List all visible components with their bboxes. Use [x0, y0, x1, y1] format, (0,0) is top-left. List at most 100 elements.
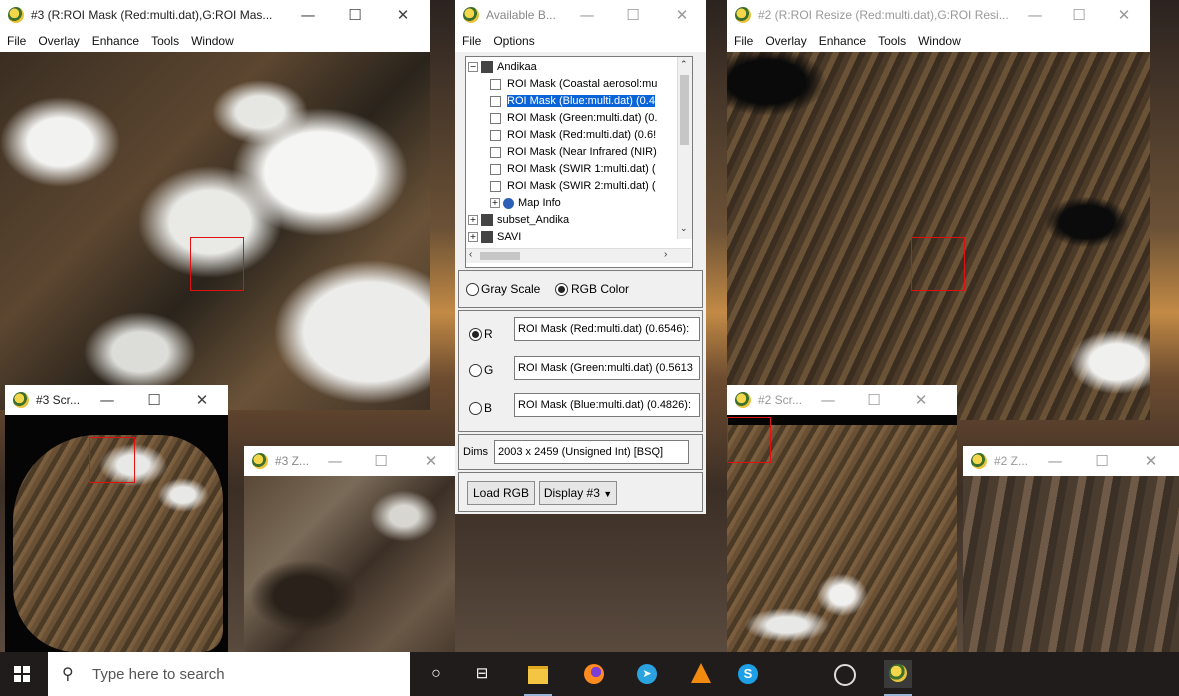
title-bar[interactable]: #2 (R:ROI Resize (Red:multi.dat),G:ROI R…: [727, 0, 1150, 30]
tree-band-item[interactable]: ROI Mask (Green:multi.dat) (0.: [490, 110, 657, 127]
scroll-viewport-box[interactable]: [727, 417, 771, 463]
title-bar[interactable]: #3 Z... — ☐ ✕: [244, 446, 455, 476]
display-select-button[interactable]: Display #3 ▼: [539, 481, 617, 505]
title-bar[interactable]: #2 Z... — ☐ ✕: [963, 446, 1179, 476]
close-icon[interactable]: ✕: [420, 450, 442, 472]
title-bar[interactable]: Available B... — ☐ ✕: [455, 0, 706, 30]
rgb-color-radio[interactable]: [555, 282, 568, 297]
tree-file-node[interactable]: + subset_Andika: [468, 212, 569, 229]
menu-file[interactable]: File: [0, 30, 31, 48]
file-explorer-icon[interactable]: [524, 660, 552, 688]
telegram-icon[interactable]: ➤: [633, 660, 661, 688]
r-band-field[interactable]: ROI Mask (Red:multi.dat) (0.6546):: [514, 317, 700, 341]
gray-scale-radio[interactable]: [466, 282, 479, 297]
g-radio[interactable]: [469, 363, 482, 378]
expand-toggle-icon[interactable]: +: [468, 215, 478, 226]
menu-file[interactable]: File: [727, 30, 758, 48]
task-view-icon[interactable]: ⊟: [468, 660, 496, 688]
zoom-window-3[interactable]: #3 Z... — ☐ ✕: [244, 446, 455, 652]
minimize-icon[interactable]: —: [324, 450, 346, 472]
scroll-viewport-box[interactable]: [89, 437, 135, 483]
scroll-window-3[interactable]: #3 Scr... — ☐ ✕: [5, 385, 228, 652]
minimize-icon[interactable]: —: [297, 4, 319, 26]
maximize-icon[interactable]: ☐: [370, 450, 392, 472]
menu-window[interactable]: Window: [911, 30, 966, 48]
menu-options[interactable]: Options: [486, 30, 539, 48]
windows-start-icon[interactable]: [14, 666, 30, 682]
close-icon[interactable]: ✕: [392, 4, 414, 26]
r-radio[interactable]: [469, 327, 482, 342]
chevron-up-icon[interactable]: ⌃: [680, 59, 688, 70]
tree-file-node[interactable]: + SAVI: [468, 229, 521, 246]
close-icon[interactable]: ✕: [1140, 450, 1162, 472]
close-icon[interactable]: ✕: [191, 389, 213, 411]
minimize-icon[interactable]: —: [1044, 450, 1066, 472]
tree-band-item[interactable]: ROI Mask (Red:multi.dat) (0.6!: [490, 127, 656, 144]
scrollbar-thumb[interactable]: [680, 75, 689, 145]
cortana-icon[interactable]: ○: [422, 660, 450, 688]
roi-zoom-box[interactable]: [911, 237, 965, 291]
band-tree[interactable]: ⌃ ⌄ ‹ › − Andikaa ROI Mask (Coastal aeroso…: [465, 56, 693, 268]
menu-tools[interactable]: Tools: [871, 30, 911, 48]
tree-band-item[interactable]: ROI Mask (SWIR 2:multi.dat) (: [490, 178, 656, 195]
scroll-image-view[interactable]: [5, 415, 228, 652]
tree-band-item[interactable]: ROI Mask (SWIR 1:multi.dat) (: [490, 161, 656, 178]
minimize-icon[interactable]: —: [96, 389, 118, 411]
expand-toggle-icon[interactable]: +: [468, 232, 478, 243]
image-window-2[interactable]: #2 (R:ROI Resize (Red:multi.dat),G:ROI R…: [727, 0, 1150, 420]
close-icon[interactable]: ✕: [1113, 4, 1135, 26]
load-rgb-button[interactable]: Load RGB: [467, 481, 535, 505]
tree-file-node[interactable]: − Andikaa: [468, 59, 537, 76]
image-window-3[interactable]: #3 (R:ROI Mask (Red:multi.dat),G:ROI Mas…: [0, 0, 430, 410]
maximize-icon[interactable]: ☐: [622, 4, 644, 26]
chevron-left-icon[interactable]: ‹: [469, 249, 472, 260]
maximize-icon[interactable]: ☐: [344, 4, 366, 26]
vlc-icon[interactable]: [687, 660, 715, 688]
scroll-window-2[interactable]: #2 Scr... — ☐ ✕: [727, 385, 957, 652]
title-bar[interactable]: #3 Scr... — ☐ ✕: [5, 385, 228, 415]
zoom-image-view[interactable]: [963, 476, 1179, 652]
image-view[interactable]: [0, 52, 430, 410]
expand-toggle-icon[interactable]: +: [490, 198, 500, 209]
menu-window[interactable]: Window: [184, 30, 239, 48]
title-bar[interactable]: #2 Scr... — ☐ ✕: [727, 385, 957, 415]
zoom-window-2[interactable]: #2 Z... — ☐ ✕: [963, 446, 1179, 652]
image-view[interactable]: [727, 52, 1150, 420]
tree-band-item[interactable]: ROI Mask (Coastal aerosol:mu: [490, 76, 657, 93]
title-bar[interactable]: #3 (R:ROI Mask (Red:multi.dat),G:ROI Mas…: [0, 0, 430, 30]
maximize-icon[interactable]: ☐: [1091, 450, 1113, 472]
tree-band-item[interactable]: ROI Mask (Near Infrared (NIR): [490, 144, 657, 161]
envi-taskbar-icon[interactable]: [831, 660, 859, 688]
menu-file[interactable]: File: [455, 30, 486, 48]
maximize-icon[interactable]: ☐: [863, 389, 885, 411]
skype-icon[interactable]: S: [734, 660, 762, 688]
menu-tools[interactable]: Tools: [144, 30, 184, 48]
menu-overlay[interactable]: Overlay: [758, 30, 811, 48]
tree-scrollbar-vertical[interactable]: ⌃ ⌄: [677, 57, 692, 239]
roi-zoom-box[interactable]: [190, 237, 244, 291]
zoom-image-view[interactable]: [244, 476, 455, 652]
scrollbar-thumb[interactable]: [480, 252, 520, 260]
close-icon[interactable]: ✕: [671, 4, 693, 26]
maximize-icon[interactable]: ☐: [1068, 4, 1090, 26]
firefox-icon[interactable]: [580, 660, 608, 688]
menu-enhance[interactable]: Enhance: [812, 30, 871, 48]
chevron-right-icon[interactable]: ›: [664, 249, 667, 260]
maximize-icon[interactable]: ☐: [143, 389, 165, 411]
g-band-field[interactable]: ROI Mask (Green:multi.dat) (0.5613: [514, 356, 700, 380]
minimize-icon[interactable]: —: [817, 389, 839, 411]
minimize-icon[interactable]: —: [1024, 4, 1046, 26]
menu-enhance[interactable]: Enhance: [85, 30, 144, 48]
minimize-icon[interactable]: —: [576, 4, 598, 26]
tree-band-item[interactable]: + Map Info: [490, 195, 561, 212]
tree-scrollbar-horizontal[interactable]: ‹ ›: [466, 248, 691, 263]
menu-overlay[interactable]: Overlay: [31, 30, 84, 48]
tree-band-item[interactable]: ROI Mask (Blue:multi.dat) (0.4: [490, 93, 655, 110]
scroll-image-view[interactable]: [727, 415, 957, 652]
chevron-down-icon[interactable]: ⌄: [680, 223, 688, 234]
close-icon[interactable]: ✕: [910, 389, 932, 411]
b-radio[interactable]: [469, 401, 482, 416]
taskbar-search-box[interactable]: ⚲ Type here to search: [48, 652, 410, 696]
envi-active-icon[interactable]: [884, 660, 912, 688]
expand-toggle-icon[interactable]: −: [468, 62, 478, 73]
